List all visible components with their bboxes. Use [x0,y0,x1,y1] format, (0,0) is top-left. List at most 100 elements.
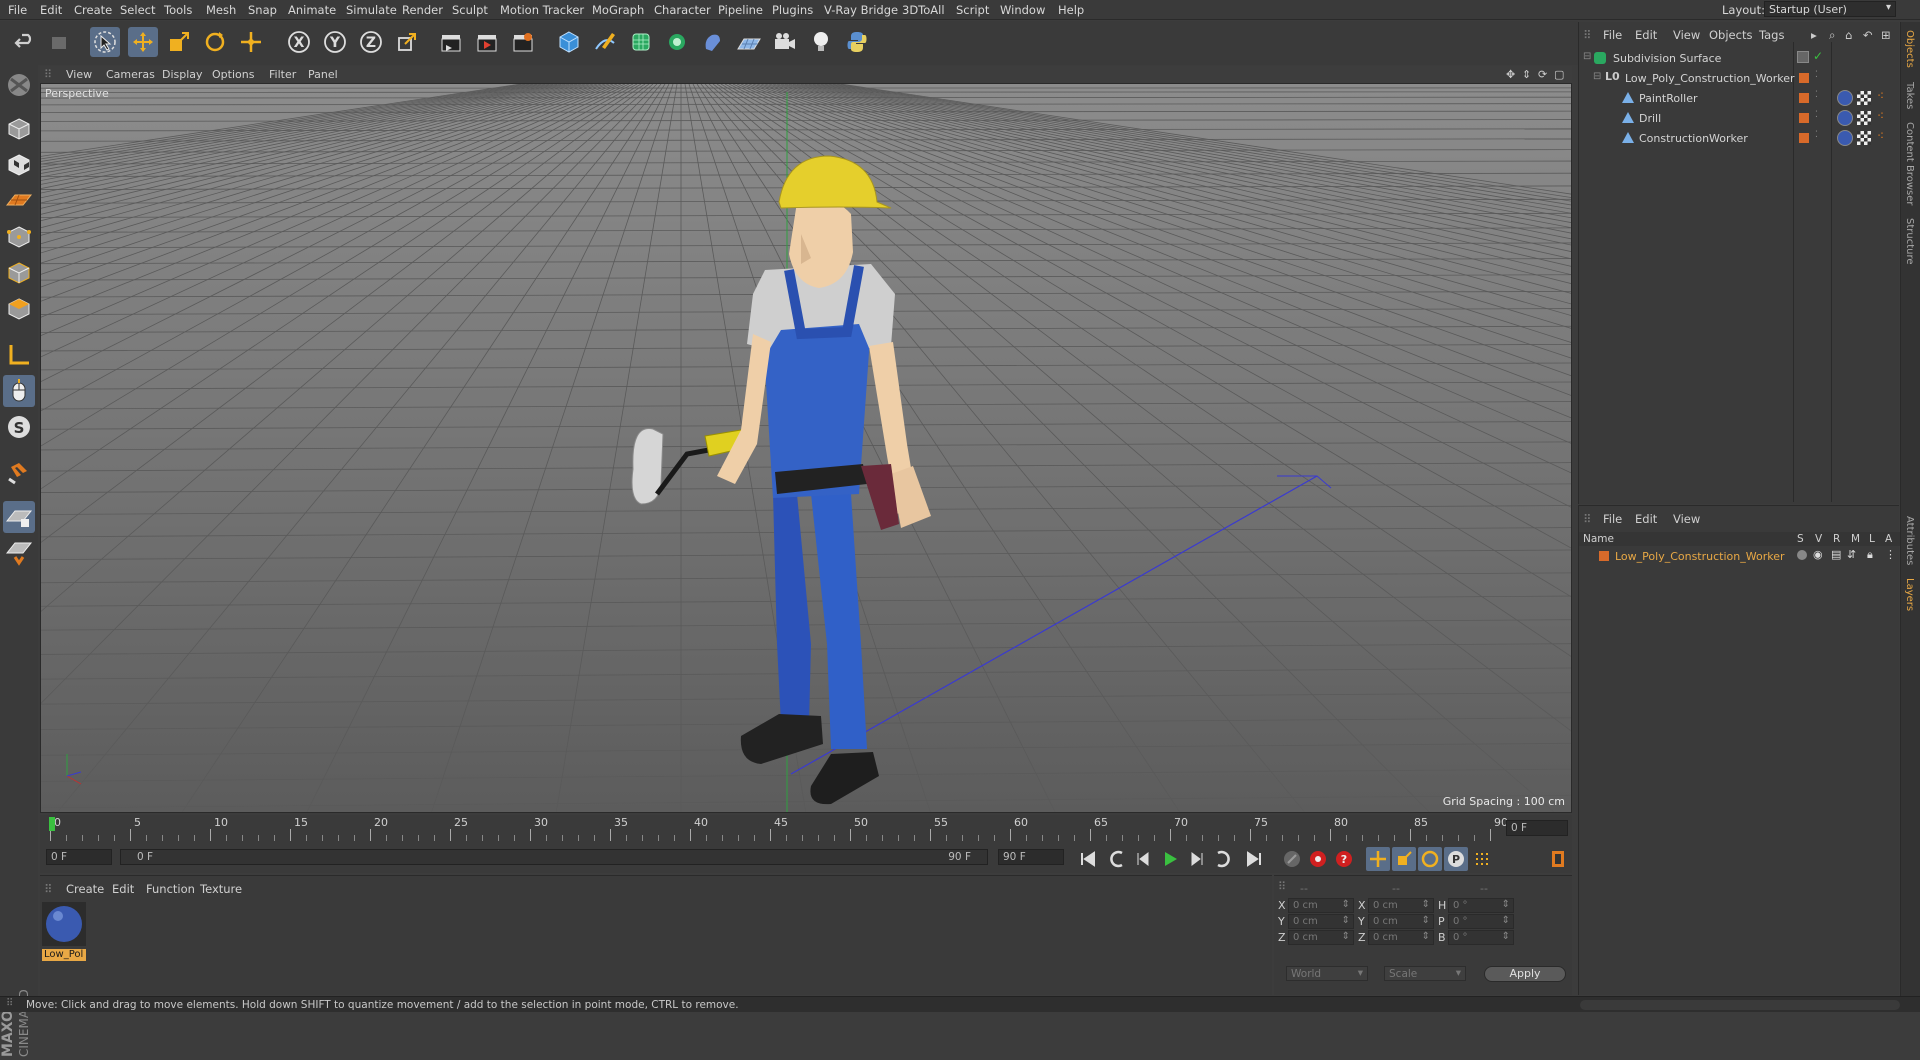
object-menu-file[interactable]: File [1603,28,1622,42]
play-button[interactable] [1158,847,1182,871]
render-view-button[interactable] [436,27,466,57]
expand-arrow-icon[interactable]: ▸ [1811,28,1817,42]
snapping-button[interactable]: S [3,411,35,443]
texture-tag-icon[interactable] [1857,91,1871,105]
menu-motion-tracker[interactable]: Motion Tracker [500,3,584,17]
menu-character[interactable]: Character [654,3,711,17]
transform-tool-button[interactable] [236,27,266,57]
stepper-icon[interactable]: ⇕ [1342,899,1350,910]
position-field[interactable]: 0 cm⇕ [1288,914,1354,929]
back-icon[interactable]: ↶ [1863,28,1873,42]
size-field[interactable]: 0 cm⇕ [1368,914,1434,929]
menu-help[interactable]: Help [1058,3,1084,17]
layer-color-swatch[interactable] [1799,113,1809,123]
render-picture-viewer-button[interactable] [472,27,502,57]
light-button[interactable] [806,27,836,57]
undo-button[interactable] [10,27,40,57]
lock-workplane-button[interactable] [3,501,35,533]
solo-toggle-icon[interactable] [1797,550,1807,560]
tab-objects[interactable]: Objects [1904,30,1915,68]
end-frame-field[interactable]: 90 F [998,849,1064,865]
menu-snap[interactable]: Snap [248,3,277,17]
object-menu-tags[interactable]: Tags [1759,28,1784,42]
scale-tool-button[interactable] [164,27,194,57]
animation-toggle-icon[interactable]: ⋮ [1885,548,1896,561]
object-menu-edit[interactable]: Edit [1635,28,1657,42]
make-editable-button[interactable] [3,69,35,101]
python-button[interactable] [842,27,872,57]
render-settings-button[interactable] [508,27,538,57]
stepper-icon[interactable]: ⇕ [1422,931,1430,942]
editor-visibility-icon[interactable] [1797,51,1809,63]
cube-primitive-button[interactable] [554,27,584,57]
tab-layers[interactable]: Layers [1904,578,1915,611]
tweak-mode-button[interactable] [3,375,35,407]
tab-structure[interactable]: Structure [1904,218,1915,265]
menu-file[interactable]: File [8,3,27,17]
menu-3dtoall[interactable]: 3DToAll [902,3,945,17]
material-menu-create[interactable]: Create [66,882,104,896]
layer-menu-file[interactable]: File [1603,512,1622,526]
object-menu-objects[interactable]: Objects [1709,28,1752,42]
material-menu-texture[interactable]: Texture [200,882,242,896]
rotation-field[interactable]: 0 °⇕ [1448,930,1514,945]
object-row-constructionworker[interactable]: ConstructionWorker ⁚ ⁖ [1579,129,1900,148]
floor-button[interactable] [734,27,764,57]
menu-select[interactable]: Select [120,3,155,17]
motion-record-button[interactable] [1280,847,1304,871]
timeline-ruler[interactable]: 051015202530354045505560657075808590 0 F [40,815,1572,843]
new-view-icon[interactable]: ⊞ [1881,28,1891,42]
material-thumbnail[interactable]: Low_Pol [42,902,86,956]
stepper-icon[interactable]: ⇕ [1422,915,1430,926]
camera-button[interactable] [770,27,800,57]
layer-menu-view[interactable]: View [1673,512,1700,526]
phong-tag-icon[interactable]: ⁖ [1877,109,1884,123]
position-field[interactable]: 0 cm⇕ [1288,898,1354,913]
collapse-icon[interactable]: ⊟ [1593,71,1601,82]
viewport-maximize-icon[interactable]: ▢ [1554,68,1564,81]
lock-icon[interactable]: 🔒︎ [1867,548,1873,562]
menu-render[interactable]: Render [402,3,443,17]
x-axis-lock-button[interactable]: X [284,27,314,57]
horizontal-scrollbar[interactable] [1580,1000,1900,1010]
menu-mesh[interactable]: Mesh [206,3,236,17]
home-icon[interactable]: ⌂ [1845,28,1852,42]
coordinate-system-button[interactable] [392,27,422,57]
menu-pipeline[interactable]: Pipeline [718,3,763,17]
rotation-field[interactable]: 0 °⇕ [1448,914,1514,929]
key-position-button[interactable] [1366,847,1390,871]
next-key-button[interactable] [1210,847,1234,871]
cloner-button[interactable] [662,27,692,57]
planar-workplane-button[interactable] [3,537,35,569]
visibility-dots-icon[interactable]: ⁚ [1815,70,1818,80]
previous-key-button[interactable] [1106,847,1130,871]
key-rotation-button[interactable] [1418,847,1442,871]
move-tool-button[interactable] [128,27,158,57]
z-axis-lock-button[interactable]: Z [356,27,386,57]
material-menu-edit[interactable]: Edit [112,882,134,896]
go-to-start-button[interactable] [1076,847,1100,871]
layer-color-swatch[interactable] [1799,73,1809,83]
search-icon[interactable]: ⌕ [1829,28,1835,43]
magnet-button[interactable] [3,457,35,489]
visibility-dots-icon[interactable]: ⁚ [1815,110,1818,120]
collapse-icon[interactable]: ⊟ [1583,51,1591,62]
model-mode-button[interactable] [3,113,35,145]
viewport-menu-cameras[interactable]: Cameras [106,68,155,81]
menu-sculpt[interactable]: Sculpt [452,3,488,17]
layer-menu-edit[interactable]: Edit [1635,512,1657,526]
stepper-icon[interactable]: ⇕ [1342,915,1350,926]
apply-button[interactable]: Apply [1484,966,1566,982]
tab-content-browser[interactable]: Content Browser [1904,122,1915,205]
points-mode-button[interactable] [3,221,35,253]
eye-icon[interactable]: ◉ [1813,548,1823,561]
object-row-drill[interactable]: Drill ⁚ ⁖ [1579,109,1900,128]
menu-simulate[interactable]: Simulate [346,3,397,17]
playhead-marker[interactable] [49,817,55,831]
start-frame-field[interactable]: 0 F [46,849,112,865]
y-axis-lock-button[interactable]: Y [320,27,350,57]
menu-vray-bridge[interactable]: V-Ray Bridge [824,3,898,17]
live-selection-button[interactable] [90,27,120,57]
material-tag-icon[interactable] [1837,90,1853,106]
viewport-move-icon[interactable]: ✥ [1506,68,1515,81]
